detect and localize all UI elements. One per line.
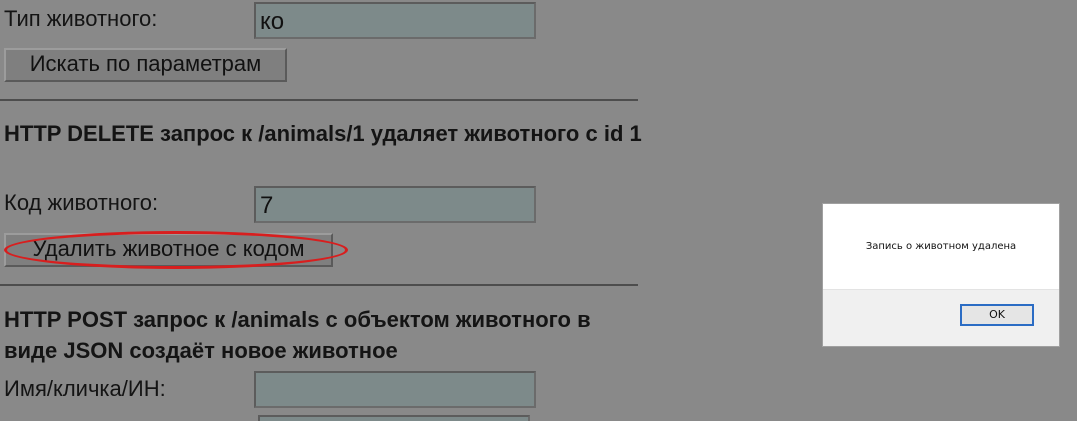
- animal-type-input[interactable]: [254, 2, 536, 39]
- alert-message: Запись о животном удалена: [865, 241, 1017, 252]
- delete-section-heading: HTTP DELETE запрос к /animals/1 удаляет …: [4, 121, 642, 146]
- alert-footer: OK: [823, 289, 1059, 346]
- delete-animal-button[interactable]: Удалить животное с кодом: [4, 233, 333, 267]
- next-field-partial[interactable]: [258, 415, 530, 421]
- search-button[interactable]: Искать по параметрам: [4, 48, 287, 82]
- ok-button[interactable]: OK: [960, 304, 1034, 326]
- section-divider: [0, 284, 638, 286]
- alert-dialog: Запись о животном удалена OK: [822, 203, 1060, 347]
- animal-code-input[interactable]: [254, 186, 536, 223]
- animal-name-label: Имя/кличка/ИН:: [4, 376, 166, 401]
- animal-type-label: Тип животного:: [4, 6, 158, 31]
- animal-code-label: Код животного:: [4, 190, 159, 215]
- animal-name-input[interactable]: [254, 371, 536, 408]
- page: Тип животного: Искать по параметрам HTTP…: [0, 0, 1077, 421]
- section-divider: [0, 99, 638, 101]
- post-section-heading: HTTP POST запрос к /animals с объектом ж…: [4, 307, 591, 363]
